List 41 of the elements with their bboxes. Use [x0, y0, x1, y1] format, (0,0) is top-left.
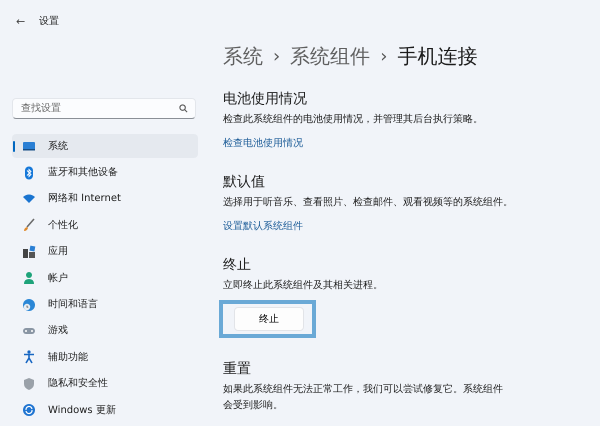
person-icon	[22, 271, 36, 286]
sidebar-item[interactable]: 网络和 Internet	[12, 186, 198, 212]
section-description: 如果此系统组件无法正常工作，我们可以尝试修复它。系统组件会受到影响。	[223, 382, 504, 413]
sidebar-item[interactable]: 系统	[12, 134, 198, 158]
settings-link[interactable]: 检查电池使用情况	[223, 136, 303, 151]
sidebar-item[interactable]: 蓝牙和其他设备	[12, 160, 198, 185]
back-button[interactable]: ←	[16, 16, 26, 26]
sidebar-item[interactable]: 个性化	[12, 213, 198, 238]
shield-icon	[22, 376, 36, 391]
section-heading: 重置	[223, 360, 252, 378]
sidebar-item[interactable]: 游戏	[12, 318, 198, 344]
section-heading: 电池使用情况	[223, 90, 308, 108]
section-heading: 默认值	[223, 173, 266, 191]
sidebar-item[interactable]: 应用	[12, 240, 198, 264]
sidebar-item[interactable]: 隐私和安全性	[12, 372, 198, 396]
search-field[interactable]: 查找设置	[12, 98, 196, 119]
apps-icon	[22, 244, 36, 259]
accessibility-icon	[22, 350, 36, 364]
monitor-icon	[22, 139, 36, 154]
search-icon	[179, 104, 188, 113]
section-description: 检查此系统组件的电池使用情况，并管理其后台执行策略。	[223, 112, 484, 127]
breadcrumb-separator: ›	[380, 44, 388, 68]
breadcrumb-separator: ›	[273, 44, 280, 68]
settings-link[interactable]: 设置默认系统组件	[223, 219, 303, 234]
sidebar-item[interactable]: 帐户	[12, 266, 198, 290]
breadcrumb-item[interactable]: 系统	[223, 41, 263, 71]
breadcrumb-item: 手机连接	[397, 43, 478, 70]
window-title: 设置	[39, 14, 60, 28]
section-heading: 终止	[223, 256, 252, 274]
globe-clock-icon	[22, 298, 36, 312]
breadcrumb-item[interactable]: 系统组件	[290, 41, 370, 71]
sidebar-item[interactable]: 时间和语言	[12, 292, 198, 317]
bluetooth-icon	[22, 166, 36, 180]
section-description: 选择用于听音乐、查看照片、检查邮件、观看视频等的系统组件。	[223, 196, 514, 210]
brush-icon	[22, 218, 36, 232]
terminate-button[interactable]: 终止	[234, 307, 304, 331]
sidebar-item[interactable]: Windows 更新	[12, 398, 198, 422]
sidebar-item[interactable]: 辅助功能	[12, 345, 198, 370]
update-icon	[22, 403, 36, 418]
section-description: 立即终止此系统组件及其相关进程。	[223, 278, 384, 293]
wifi-icon	[22, 192, 36, 206]
